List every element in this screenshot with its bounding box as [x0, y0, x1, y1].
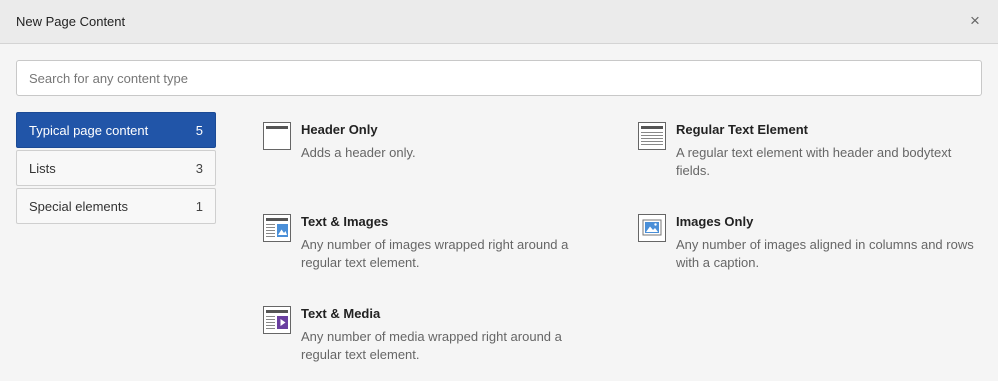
modal-title: New Page Content: [16, 14, 126, 29]
content-type-title: Images Only: [676, 214, 754, 229]
search-input[interactable]: [16, 60, 982, 96]
tab-special-elements[interactable]: Special elements 1: [16, 188, 216, 224]
content-type-description: Adds a header only.: [301, 145, 416, 160]
content-type-images-only[interactable]: Images Only Any number of images aligned…: [638, 214, 974, 284]
content-type-text-media[interactable]: Text & Media Any number of media wrapped…: [263, 306, 593, 376]
content-textpic-icon: [263, 214, 291, 242]
category-tab-list: Typical page content 5 Lists 3 Special e…: [16, 112, 216, 226]
content-textmedia-icon: [263, 306, 291, 334]
content-type-description: Any number of images aligned in columns …: [676, 237, 974, 270]
content-type-regular-text[interactable]: Regular Text Element A regular text elem…: [638, 122, 968, 192]
modal-header: New Page Content ×: [0, 0, 998, 44]
content-type-text-images[interactable]: Text & Images Any number of images wrapp…: [263, 214, 593, 284]
tab-typical-page-content[interactable]: Typical page content 5: [16, 112, 216, 148]
content-type-description: Any number of images wrapped right aroun…: [301, 237, 569, 270]
tab-count: 3: [195, 161, 203, 176]
content-text-icon: [638, 122, 666, 150]
content-type-title: Text & Media: [301, 306, 381, 321]
content-type-title: Header Only: [301, 122, 378, 137]
content-type-title: Regular Text Element: [676, 122, 808, 137]
close-icon[interactable]: ×: [966, 12, 984, 30]
content-type-description: A regular text element with header and b…: [676, 145, 952, 178]
content-image-icon: [638, 214, 666, 242]
tab-label: Typical page content: [29, 123, 149, 138]
tab-count: 1: [195, 199, 203, 214]
content-type-description: Any number of media wrapped right around…: [301, 329, 562, 362]
tab-count: 5: [195, 123, 203, 138]
tab-lists[interactable]: Lists 3: [16, 150, 216, 186]
tab-label: Special elements: [29, 199, 128, 214]
tab-label: Lists: [29, 161, 56, 176]
content-header-icon: [263, 122, 291, 150]
content-type-title: Text & Images: [301, 214, 389, 229]
content-type-header-only[interactable]: Header Only Adds a header only.: [263, 122, 593, 192]
